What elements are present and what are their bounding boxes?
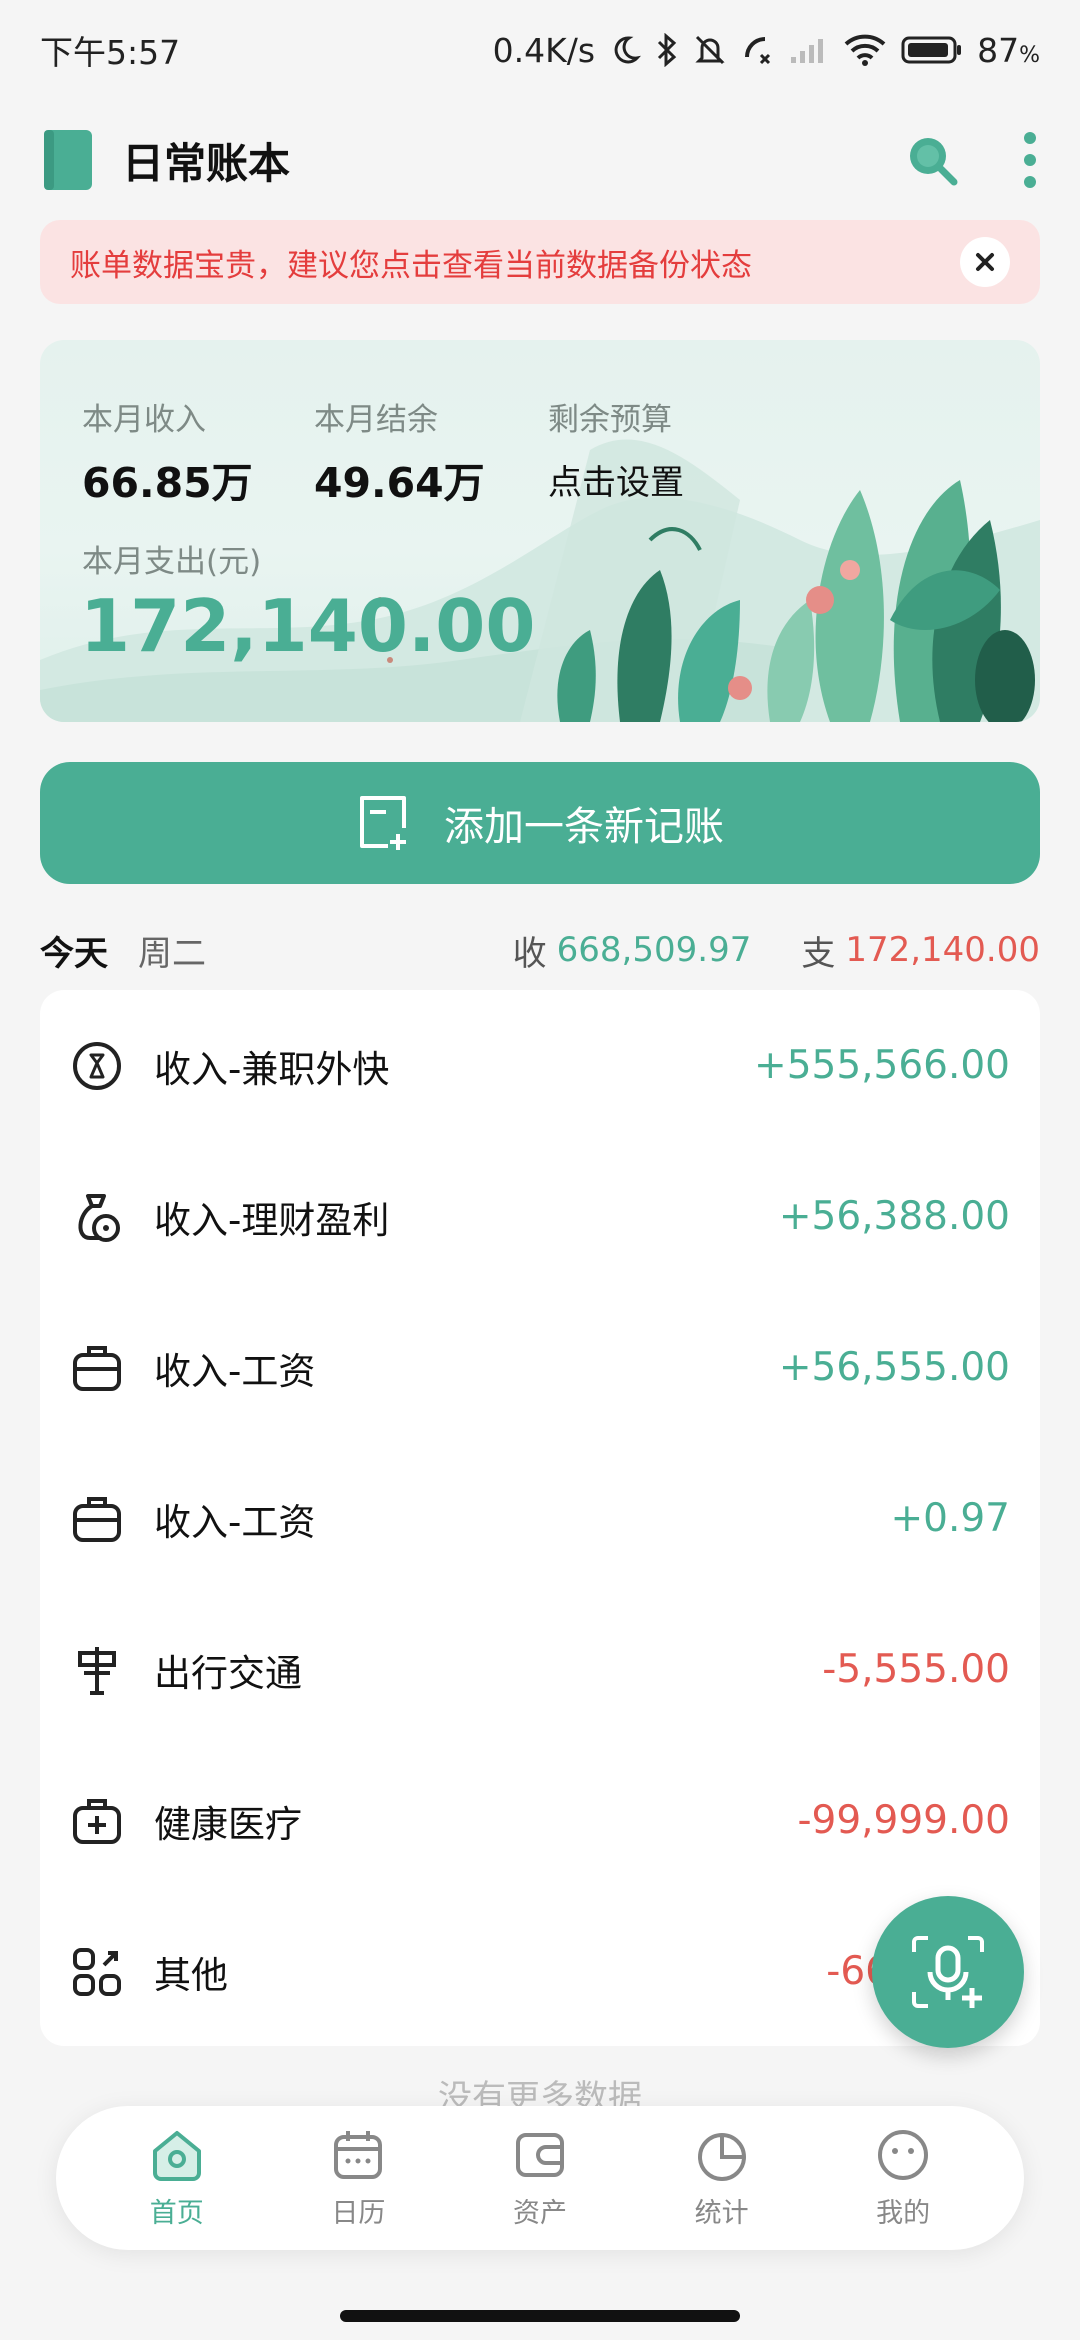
transaction-row[interactable]: 收入-理财盈利 +56,388.00 [40,1141,1040,1292]
day-income-total: 668,509.97 [556,930,752,970]
monthly-summary-card: 本月收入 66.85万 本月结余 49.64万 剩余预算 点击设置 本月支出(元… [40,340,1040,722]
nav-statistics[interactable]: 统计 [647,2127,797,2230]
search-icon[interactable] [904,132,960,188]
day-weekday: 周二 [138,933,206,974]
backup-banner[interactable]: 账单数据宝贵，建议您点击查看当前数据备份状态 [40,220,1040,304]
medical-kit-icon [73,1798,121,1844]
mute-icon [695,35,725,65]
status-time: 下午5:57 [40,33,181,72]
transaction-list: 收入-兼职外快 +555,566.00 收入-理财盈利 +56,388.00 收… [40,990,1040,2046]
calendar-icon [334,2130,383,2179]
book-icon [44,130,92,190]
status-indicators: 0.4K/s 87% [493,31,1040,70]
battery-level: 87% [977,30,1040,70]
apps-icon [73,1947,121,1996]
page-title: 日常账本 [122,138,291,188]
bluetooth-icon [658,33,677,67]
remaining-budget[interactable]: 剩余预算 点击设置 [548,394,684,504]
nav-home[interactable]: 首页 [102,2127,252,2230]
monthly-balance: 本月结余 49.64万 [314,402,485,507]
home-icon [152,2130,201,2181]
day-totals: 收 668,509.97 支 172,140.00 [512,930,1040,974]
close-icon [976,253,994,271]
nav-assets[interactable]: 资产 [465,2127,615,2230]
pie-chart-icon [697,2132,746,2181]
wallet-icon [515,2132,564,2177]
network-speed: 0.4K/s [492,30,596,70]
app-header: 日常账本 [0,118,1080,202]
status-bar: 下午5:57 0.4K/s 87% [0,0,1080,100]
transaction-row[interactable]: 健康医疗 -99,999.00 [40,1745,1040,1896]
more-vertical-icon[interactable] [1020,130,1040,190]
signal-icon [791,39,824,63]
briefcase-icon [73,1345,121,1391]
set-budget-link[interactable]: 点击设置 [548,455,684,504]
voice-add-button[interactable] [872,1896,1024,2048]
bottom-navigation: 首页 日历 资产 统计 我的 [56,2106,1024,2250]
day-expense-total: 172,140.00 [845,930,1040,970]
nav-calendar[interactable]: 日历 [283,2127,433,2230]
profile-icon [878,2129,929,2180]
moon-icon [614,36,642,64]
monthly-income: 本月收入 66.85万 [82,402,253,507]
transaction-row[interactable]: 收入-工资 +0.97 [40,1443,1040,1594]
call-icon [745,37,771,65]
signpost-icon [78,1646,116,1695]
home-indicator[interactable] [340,2310,740,2322]
coin-icon [73,1041,121,1090]
nav-profile[interactable]: 我的 [828,2127,978,2230]
briefcase-icon [73,1496,121,1542]
wifi-icon [844,34,886,66]
monthly-expense-label: 本月支出(元) [82,544,262,580]
transaction-row[interactable]: 收入-工资 +56,555.00 [40,1292,1040,1443]
day-today: 今天 [40,933,108,974]
add-record-button[interactable]: 添加一条新记账 [40,762,1040,884]
banner-text: 账单数据宝贵，建议您点击查看当前数据备份状态 [70,247,752,284]
transaction-row[interactable]: 出行交通 -5,555.00 [40,1594,1040,1745]
battery-icon [901,36,962,64]
monthly-expense-value: 172,140.00 [80,584,536,668]
transaction-row[interactable]: 收入-兼职外快 +555,566.00 [40,990,1040,1141]
microphone-add-icon [912,1936,984,2008]
money-bag-icon [78,1193,120,1242]
add-record-label: 添加一条新记账 [444,804,724,850]
add-note-icon [360,796,406,850]
close-button[interactable] [960,237,1010,287]
day-header: 今天 周二 收 668,509.97 支 172,140.00 [40,920,1040,980]
